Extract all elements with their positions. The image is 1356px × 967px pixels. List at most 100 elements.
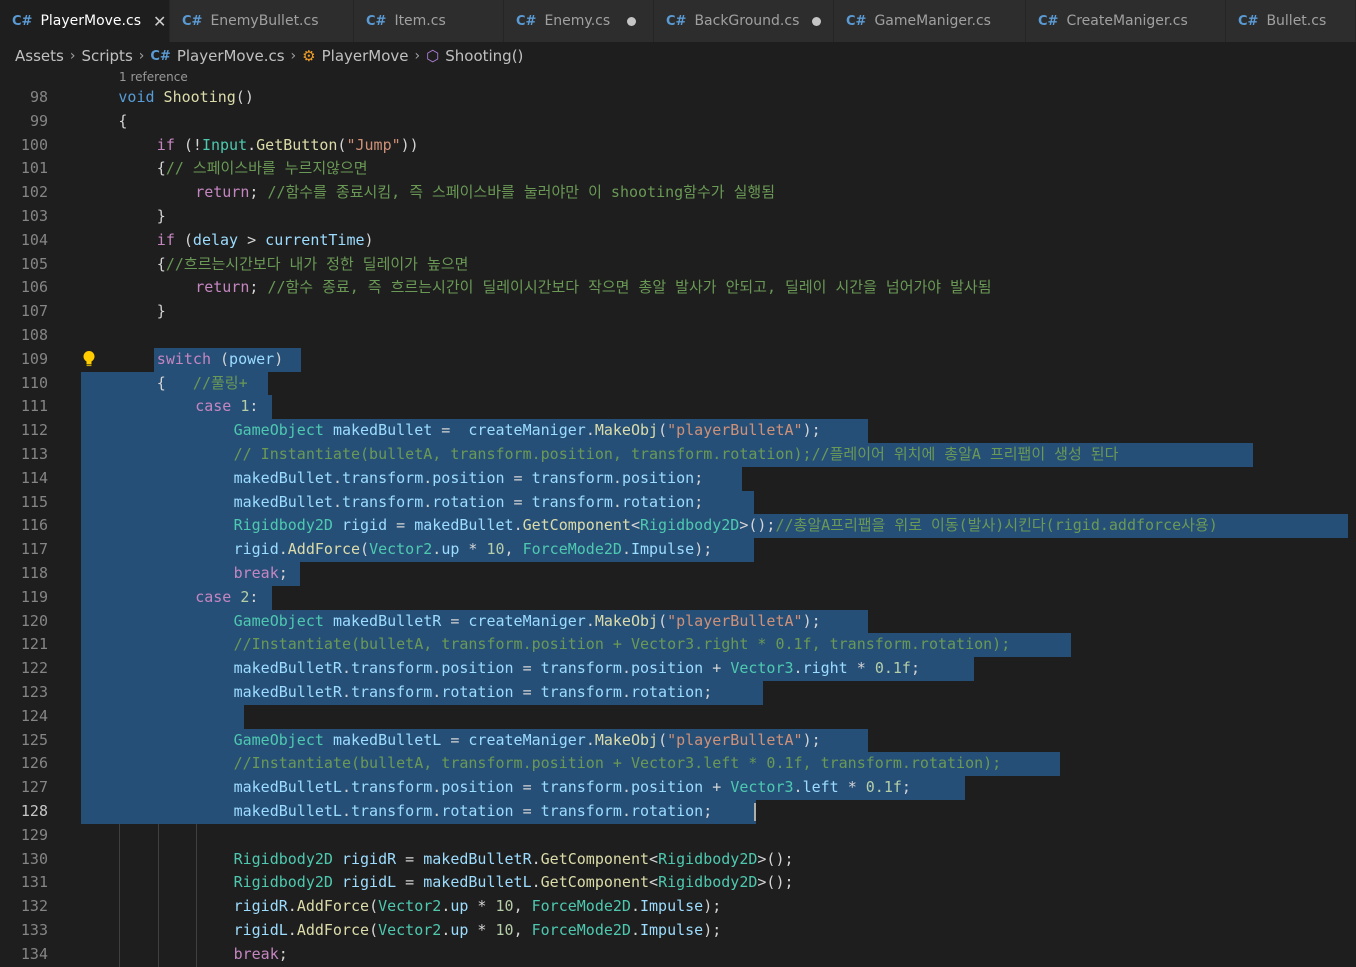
code-line[interactable]: 103}: [0, 205, 1356, 229]
code-token: right: [802, 659, 848, 678]
code-token: ;: [694, 468, 704, 487]
code-token: Rigidbody2D: [233, 516, 333, 535]
unsaved-dot-icon[interactable]: [811, 16, 821, 26]
close-icon[interactable]: ✕: [153, 12, 166, 31]
code-token: //흐르는시간보다 내가 정한 딜레이가 높으면: [165, 254, 469, 273]
code-line[interactable]: 115 makedBullet.transform.rotation = tran…: [0, 490, 1356, 515]
code-line[interactable]: 100 if (!Input.GetButton("Jump")): [0, 134, 1356, 158]
code-line[interactable]: 133 rigidL.AddForce(Vector2.up * 10, Forc…: [0, 919, 1356, 943]
code-token: rigid: [233, 540, 279, 559]
line-number: 109: [20, 349, 48, 368]
code-text: GameObject makedBulletR = createManiger.…: [234, 610, 821, 634]
code-text: rigidR.AddForce(Vector2.up * 10, ForceMo…: [234, 895, 722, 919]
code-token: <: [649, 849, 659, 868]
code-line[interactable]: 119 case 2:: [0, 585, 1356, 610]
code-token: Input: [201, 135, 248, 154]
indent-guide: [157, 942, 159, 967]
code-line[interactable]: 127 makedBulletL.transform.position = tra…: [0, 776, 1356, 800]
code-editor[interactable]: 1 reference 98 void Shooting() 99{100 if (!…: [0, 70, 1356, 967]
code-token: .: [531, 873, 541, 892]
code-token: *: [847, 659, 875, 678]
code-line[interactable]: 101 {// 스페이스바를 누르지않으면: [0, 157, 1356, 181]
code-line[interactable]: 121 //Instantiate(bulletA, transform.posi…: [0, 633, 1356, 658]
code-line[interactable]: 128 makedBulletL.transform.rotation = tra…: [0, 800, 1356, 824]
indent-guide: [157, 847, 159, 872]
codelens-references[interactable]: 1 reference: [119, 70, 188, 84]
code-line[interactable]: 126 //Instantiate(bulletA, transform.posi…: [0, 752, 1356, 777]
breadcrumb-file[interactable]: PlayerMove.cs: [177, 47, 285, 65]
code-token: .: [630, 897, 640, 916]
code-token: =: [441, 730, 469, 749]
tab-playermove[interactable]: C# PlayerMove.cs ✕: [0, 0, 170, 42]
line-number: 126: [20, 754, 48, 773]
chevron-right-icon: ›: [414, 48, 421, 64]
code-line[interactable]: 122 makedBulletR.transform.position = tra…: [0, 657, 1356, 681]
code-line[interactable]: 98 void Shooting(): [0, 86, 1356, 110]
tab-gamemaniger[interactable]: C# GameManiger.cs: [834, 0, 1026, 42]
code-text: }: [157, 300, 166, 324]
code-token: =: [387, 516, 415, 535]
code-token: up: [441, 540, 460, 559]
code-line[interactable]: 112 GameObject makedBullet = createManige…: [0, 419, 1356, 443]
code-line[interactable]: 109 switch (power): [0, 347, 1356, 372]
tab-enemybullet[interactable]: C# EnemyBullet.cs: [170, 0, 354, 42]
code-line[interactable]: 111 case 1:: [0, 395, 1356, 420]
code-line[interactable]: 107}: [0, 300, 1356, 324]
code-token: GameObject: [233, 611, 324, 630]
code-text: void Shooting(): [118, 86, 253, 110]
code-token: transform: [351, 778, 433, 797]
line-number: 114: [20, 468, 48, 487]
code-token: );: [703, 897, 722, 916]
code-text: GameObject makedBullet = createManiger.M…: [234, 419, 821, 443]
code-token: delay: [192, 230, 239, 249]
code-line[interactable]: 113 // Instantiate(bulletA, transform.pos…: [0, 443, 1356, 467]
code-line[interactable]: 108: [0, 324, 1356, 348]
unsaved-dot-icon[interactable]: [622, 16, 640, 26]
tab-createmaniger[interactable]: C# CreateManiger.cs: [1026, 0, 1226, 42]
code-line[interactable]: 106 return; //함수 종료, 즉 흐르는시간이 딜레이시간보다 작으면…: [0, 276, 1356, 300]
code-line[interactable]: 134 break;: [0, 942, 1356, 967]
code-line[interactable]: 130 Rigidbody2D rigidR = makedBulletR.Get…: [0, 847, 1356, 872]
code-line[interactable]: 114 makedBullet.transform.position = tran…: [0, 466, 1356, 491]
breadcrumb-class[interactable]: PlayerMove: [322, 47, 409, 65]
tab-item[interactable]: C# Item.cs: [354, 0, 504, 42]
code-token: {: [156, 159, 166, 178]
breadcrumb-method[interactable]: Shooting(): [445, 47, 523, 65]
tab-label: CreateManiger.cs: [1066, 13, 1188, 29]
code-token: .: [432, 802, 442, 820]
code-line[interactable]: 117 rigid.AddForce(Vector2.up * 10, Force…: [0, 538, 1356, 562]
code-line[interactable]: 123 makedBulletR.transform.rotation = tra…: [0, 681, 1356, 705]
code-token: ;: [249, 183, 268, 202]
code-token: .: [423, 468, 433, 487]
code-text: case 1:: [195, 395, 258, 419]
code-line[interactable]: 110 { //풀링+: [0, 371, 1356, 396]
code-line[interactable]: 118 break;: [0, 562, 1356, 586]
csharp-file-icon: C#: [516, 13, 537, 29]
code-text: //Instantiate(bulletA, transform.positio…: [234, 633, 1011, 657]
code-line[interactable]: 104 if (delay > currentTime): [0, 229, 1356, 253]
tab-bullet[interactable]: C# Bullet.cs: [1226, 0, 1356, 42]
code-token: =: [513, 659, 541, 678]
code-line[interactable]: 105 {//흐르는시간보다 내가 정한 딜레이가 높으면: [0, 253, 1356, 277]
code-line[interactable]: 124: [0, 704, 1356, 729]
code-line[interactable]: 102 return; //함수를 종료시킴, 즉 스페이스바를 눌러야만 이 s…: [0, 181, 1356, 205]
lightbulb-icon[interactable]: [82, 350, 96, 368]
code-text: Rigidbody2D rigidL = makedBulletL.GetCom…: [234, 871, 794, 895]
code-line[interactable]: 125 GameObject makedBulletL = createManig…: [0, 728, 1356, 753]
code-token: =: [513, 778, 541, 797]
tab-enemy[interactable]: C# Enemy.cs: [504, 0, 654, 42]
tab-background[interactable]: C# BackGround.cs: [654, 0, 834, 42]
code-token: transform: [540, 778, 622, 797]
code-token: void: [118, 88, 155, 106]
code-line[interactable]: 99 {: [0, 110, 1356, 134]
line-number: 108: [20, 326, 48, 344]
code-line[interactable]: 131 Rigidbody2D rigidL = makedBulletL.Get…: [0, 871, 1356, 896]
breadcrumb-scripts[interactable]: Scripts: [81, 47, 132, 65]
breadcrumb-assets[interactable]: Assets: [15, 47, 64, 65]
code-line[interactable]: 132 rigidR.AddForce(Vector2.up * 10, Forc…: [0, 895, 1356, 919]
code-line[interactable]: 120 GameObject makedBulletR = createManig…: [0, 609, 1356, 634]
code-line[interactable]: 129: [0, 823, 1356, 848]
code-token: transform: [341, 468, 424, 487]
code-line[interactable]: 116 Rigidbody2D rigid = makedBullet.GetCo…: [0, 514, 1356, 539]
code-token: makedBullet: [233, 492, 333, 511]
